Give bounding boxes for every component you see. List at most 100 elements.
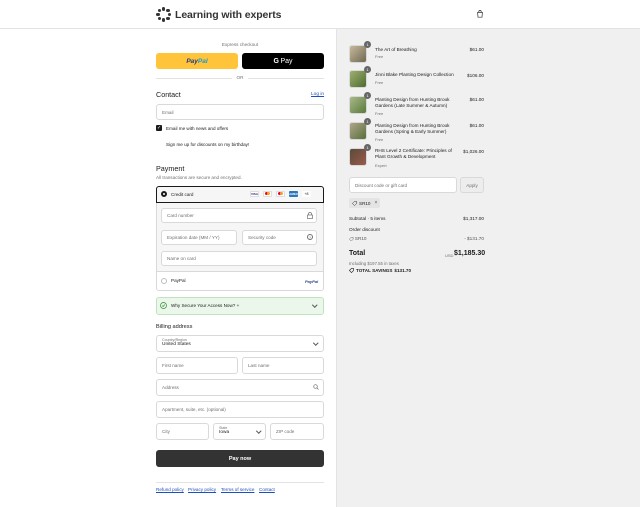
item-name: Jinni Blake Planting Design Collection	[375, 72, 454, 77]
news-label: Email me with news and offers	[166, 126, 229, 131]
country-value: United States	[162, 342, 191, 347]
subtotal-row: Subtotal · 5 items $1,317.00	[349, 216, 484, 221]
address-field[interactable]: Address	[156, 379, 324, 396]
country-select[interactable]: Country/Region United States	[156, 335, 324, 352]
paypal-text-2: Pal	[197, 57, 208, 65]
product-thumbnail	[349, 122, 367, 140]
more-cards-badge: +8	[302, 191, 311, 197]
payment-subtitle: All transactions are secure and encrypte…	[156, 175, 242, 180]
discount-code-field[interactable]: Discount code or gift card	[349, 177, 457, 193]
pay-now-button[interactable]: Pay now	[156, 450, 324, 467]
item-name: Planting Design from Hunting Brook Garde…	[375, 97, 450, 108]
last-name-placeholder: Last name	[248, 363, 270, 368]
birthday-label: Sign me up for discounts on my birthday!	[166, 142, 250, 147]
address-placeholder: Address	[162, 385, 179, 390]
secure-access-label: Why Secure Your Access Now? +	[171, 303, 240, 308]
taxes-note: Including $197.55 in taxes	[349, 261, 399, 266]
email-field[interactable]: Email	[156, 104, 324, 120]
paypal-option-label: PayPal	[171, 278, 186, 283]
quantity-badge: 1	[364, 118, 371, 125]
tag-icon	[349, 268, 354, 273]
paypal-radio[interactable]	[161, 278, 167, 284]
tag-icon	[349, 236, 354, 241]
terms-of-service-link[interactable]: Terms of service	[221, 487, 254, 492]
remove-code-icon[interactable]: ×	[375, 200, 378, 206]
credit-card-radio[interactable]	[161, 191, 167, 197]
item-subtitle: Free	[375, 137, 384, 142]
order-discount-label: Order discount	[349, 227, 380, 232]
item-subtitle: Free	[375, 111, 384, 116]
item-price: $61.00	[469, 47, 484, 52]
brand-name: Learning with experts	[175, 8, 282, 21]
item-price: $61.00	[469, 97, 484, 102]
login-link[interactable]: Log in	[311, 92, 324, 97]
google-g-icon: G	[273, 57, 279, 65]
subtotal-value: $1,317.00	[463, 216, 484, 221]
tag-icon	[352, 200, 357, 206]
contact-heading: Contact	[156, 90, 181, 99]
zip-field[interactable]: ZIP code	[270, 423, 324, 440]
birthday-checkbox[interactable]	[156, 141, 162, 147]
discount-value: - $131.70	[464, 236, 484, 241]
paypal-logo: PayPal	[305, 279, 319, 284]
card-number-placeholder: Card number	[167, 213, 194, 218]
item-subtitle: Free	[375, 54, 384, 59]
quantity-badge: 1	[364, 41, 371, 48]
security-placeholder: Security code	[248, 235, 276, 240]
currency-label: USD	[445, 253, 454, 258]
item-name: Planting Design from Hunting Brook Garde…	[375, 123, 450, 134]
amex-icon: AMEX	[289, 191, 298, 197]
item-subtitle: Free	[375, 80, 384, 85]
applied-code-label: SR10	[359, 200, 371, 206]
product-thumbnail	[349, 70, 367, 88]
apartment-placeholder: Apartment, suite, etc. (optional)	[162, 407, 226, 412]
item-subtitle: Expert	[375, 163, 387, 168]
product-thumbnail	[349, 96, 367, 114]
paypal-text-1: Pay	[186, 57, 198, 65]
discount-code-wrap: SR10	[349, 236, 367, 241]
savings-label: TOTAL SAVINGS	[356, 268, 393, 273]
google-pay-button[interactable]: G Pay	[242, 53, 324, 69]
contact-link[interactable]: Contact	[259, 487, 275, 492]
city-field[interactable]: City	[156, 423, 209, 440]
billing-heading: Billing address	[156, 324, 193, 330]
refund-policy-link[interactable]: Refund policy	[156, 487, 184, 492]
apartment-field[interactable]: Apartment, suite, etc. (optional)	[156, 401, 324, 418]
item-price: $1,026.00	[463, 149, 484, 154]
city-placeholder: City	[162, 429, 170, 434]
help-icon[interactable]: ?	[307, 234, 313, 240]
expiry-placeholder: Expiration date (MM / YY)	[167, 235, 220, 240]
name-on-card-field[interactable]: Name on card	[161, 251, 317, 266]
visa-icon: VISA	[250, 191, 259, 197]
gpay-text: Pay	[280, 57, 293, 65]
discount-placeholder: Discount code or gift card	[355, 182, 408, 188]
total-label: Total	[349, 250, 366, 257]
card-number-field[interactable]: Card number	[161, 208, 317, 223]
paypal-express-button[interactable]: Pay Pal	[156, 53, 238, 69]
email-placeholder: Email	[162, 109, 174, 115]
total-value: $1,185.30	[454, 250, 486, 257]
apply-discount-button[interactable]: Apply	[460, 177, 484, 193]
quantity-badge: 1	[364, 66, 371, 73]
expiry-field[interactable]: Expiration date (MM / YY)	[161, 230, 237, 245]
lock-icon	[307, 212, 313, 219]
item-price: $106.00	[467, 73, 484, 78]
news-checkbox[interactable]: ✓	[156, 125, 162, 131]
credit-card-label: Credit card	[171, 192, 194, 197]
first-name-field[interactable]: First name	[156, 357, 238, 374]
total-savings: TOTAL SAVINGS $131.70	[349, 268, 411, 273]
maestro-icon	[276, 191, 285, 197]
check-circle-icon	[160, 302, 167, 309]
header: Learning with experts	[0, 0, 640, 29]
shopping-bag-icon[interactable]	[476, 10, 484, 18]
product-thumbnail	[349, 45, 367, 63]
privacy-policy-link[interactable]: Privacy policy	[188, 487, 216, 492]
applied-code-tag: SR10 ×	[349, 198, 381, 208]
security-code-field[interactable]: Security code	[242, 230, 317, 245]
item-price: $61.00	[469, 123, 484, 128]
quantity-badge: 1	[364, 144, 371, 151]
logo[interactable]: Learning with experts	[156, 7, 282, 22]
discount-code-row: SR10 - $131.70	[349, 236, 484, 241]
last-name-field[interactable]: Last name	[242, 357, 324, 374]
product-thumbnail	[349, 148, 367, 166]
